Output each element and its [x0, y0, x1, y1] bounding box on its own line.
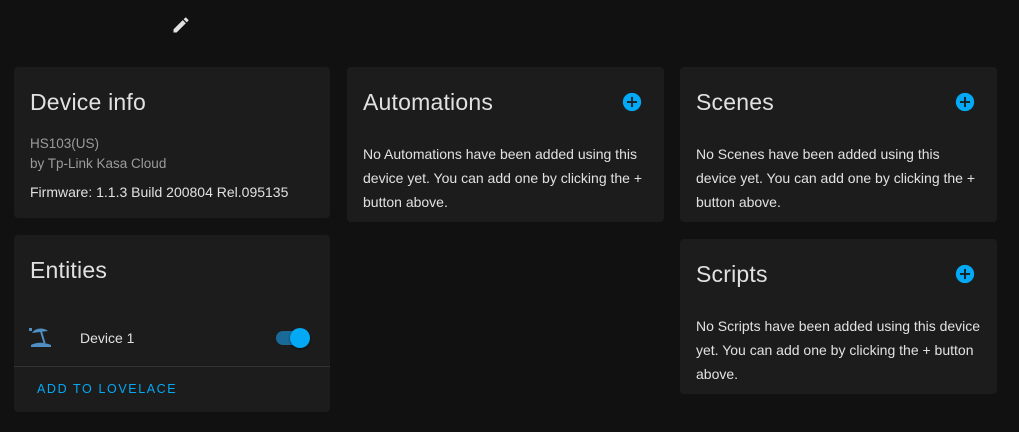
- scenes-title: Scenes: [696, 89, 774, 115]
- device-model: HS103(US): [30, 136, 100, 151]
- scenes-card: Scenes No Scenes have been added using t…: [680, 67, 997, 222]
- plus-circle-icon: [622, 92, 642, 112]
- automations-card: Automations No Automations have been add…: [347, 67, 664, 222]
- add-script-button[interactable]: [953, 262, 977, 286]
- device-page: Device info HS103(US) by Tp-Link Kasa Cl…: [0, 0, 1019, 432]
- automations-title: Automations: [363, 89, 494, 115]
- scenes-empty-text: No Scenes have been added using this dev…: [696, 146, 976, 210]
- entities-title: Entities: [30, 257, 108, 283]
- add-scene-button[interactable]: [953, 90, 977, 114]
- entity-toggle[interactable]: [274, 328, 310, 348]
- entity-name: Device 1: [80, 330, 135, 346]
- add-to-lovelace-button[interactable]: ADD TO LOVELACE: [37, 382, 177, 396]
- entities-divider: [14, 366, 330, 367]
- scripts-card: Scripts No Scripts have been added using…: [680, 239, 997, 394]
- device-firmware: Firmware: 1.1.3 Build 200804 Rel.095135: [30, 184, 289, 200]
- edit-device-button[interactable]: [166, 10, 196, 40]
- add-automation-button[interactable]: [620, 90, 644, 114]
- pencil-icon: [173, 17, 189, 33]
- entities-card: Entities Device 1 ADD TO LOVELACE: [14, 235, 330, 412]
- device-info-title: Device info: [30, 89, 146, 115]
- scripts-empty-text: No Scripts have been added using this de…: [696, 318, 981, 382]
- automations-empty-text: No Automations have been added using thi…: [363, 146, 643, 210]
- device-info-card: Device info HS103(US) by Tp-Link Kasa Cl…: [14, 67, 330, 218]
- scripts-title: Scripts: [696, 261, 768, 287]
- device-manufacturer: by Tp-Link Kasa Cloud: [30, 156, 167, 171]
- plus-circle-icon: [955, 92, 975, 112]
- plus-circle-icon: [955, 264, 975, 284]
- toggle-knob: [290, 328, 310, 348]
- beach-umbrella-icon: [29, 327, 53, 349]
- entity-row[interactable]: Device 1: [14, 318, 330, 358]
